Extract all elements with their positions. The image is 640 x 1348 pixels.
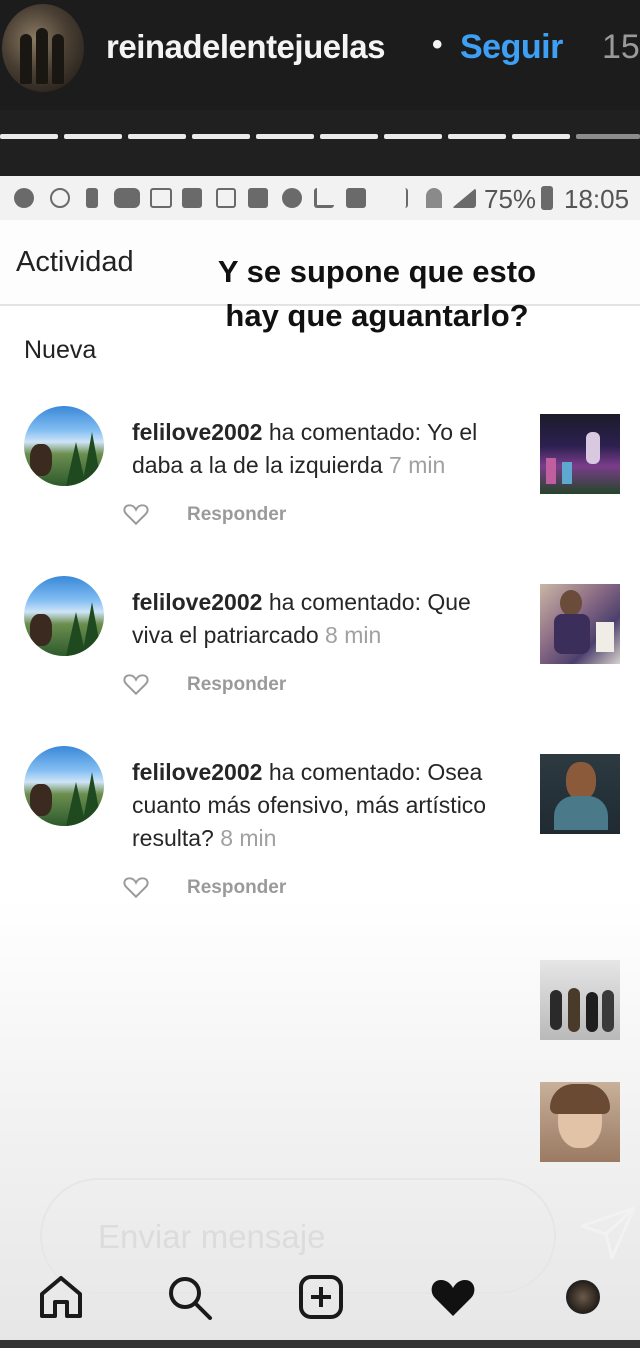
separator-dot: • [432,28,443,61]
bluetooth-icon [398,188,408,208]
comment-time: 8 min [220,825,277,851]
post-thumbnail[interactable] [540,754,620,834]
reply-button[interactable]: Responder [187,877,286,899]
story-progress-segment [576,134,640,139]
notification-icon [14,188,34,208]
story-progress-segment [128,134,186,139]
comment-action: ha comentado: [268,759,421,785]
heart-outline-icon[interactable] [123,672,149,696]
home-icon[interactable] [36,1272,86,1322]
flipboard-icon [182,188,202,208]
story-progress-segment [448,134,506,139]
story-time: 15 [602,28,640,66]
comment-action: ha comentado: [268,589,421,615]
battery-icon [541,186,553,210]
message-placeholder: Enviar mensaje [98,1218,326,1255]
story-progress-segment [192,134,250,139]
mail-icon [150,188,172,208]
story-avatar[interactable] [2,4,84,92]
follow-button[interactable]: Seguir [460,28,563,67]
list-item[interactable]: felilove2002 ha comentado: Yo el daba a … [0,406,640,546]
post-thumbnail[interactable] [540,960,620,1040]
heart-icon[interactable] [428,1272,478,1322]
post-thumbnail[interactable] [540,584,620,664]
heart-outline-icon[interactable] [123,502,149,526]
dice-icon [346,188,366,208]
wifi-icon [426,188,442,208]
avatar[interactable] [24,746,104,826]
post-thumbnail[interactable] [540,414,620,494]
youtube-icon [114,188,140,208]
comment-text: felilove2002 ha comentado: Que viva el p… [132,586,512,652]
avatar[interactable] [24,406,104,486]
signal-icon [452,188,476,208]
comment-username[interactable]: felilove2002 [132,419,262,445]
comment-text: felilove2002 ha comentado: Osea cuanto m… [132,756,512,855]
phone-status-bar: 75% 18:05 [0,176,640,220]
story-progress-segment [384,134,442,139]
list-item[interactable]: felilove2002 ha comentado: Osea cuanto m… [0,746,640,899]
list-item[interactable]: felilove2002 ha comentado: Que viva el p… [0,576,640,716]
chrome-icon [282,188,302,208]
comment-username[interactable]: felilove2002 [132,589,262,615]
reply-button[interactable]: Responder [187,674,286,696]
story-progress-segment [256,134,314,139]
comment-time: 8 min [325,622,382,648]
avatar[interactable] [24,576,104,656]
tiktok-icon [86,188,98,208]
comment-username[interactable]: felilove2002 [132,759,262,785]
story-progress-segment [0,134,58,139]
section-label-new: Nueva [24,336,97,364]
heart-outline-icon[interactable] [123,875,149,899]
story-caption: Y se supone que esto hay que aguantarlo? [217,254,537,333]
reply-button[interactable]: Responder [187,504,286,526]
story-progress-segment [512,134,570,139]
clock: 18:05 [564,184,630,214]
page-title: Actividad [16,246,134,278]
gallery-icon [216,188,236,208]
tools-icon [314,188,334,208]
bottom-edge [0,1340,640,1348]
post-thumbnail[interactable] [540,1082,620,1162]
story-screen: reinadelentejuelas • Seguir 15 75% 18:05… [0,0,640,1348]
dice-icon [248,188,268,208]
add-post-icon[interactable] [296,1272,346,1322]
story-header: reinadelentejuelas • Seguir 15 [0,0,640,110]
story-username[interactable]: reinadelentejuelas [106,28,385,66]
search-icon[interactable] [164,1272,214,1322]
battery-percent: 75% [484,184,537,214]
comment-time: 7 min [389,452,446,478]
profile-icon[interactable] [566,1280,600,1314]
comment-action: ha comentado: [268,419,421,445]
story-progress-segment [64,134,122,139]
story-progress-segment [320,134,378,139]
comment-text: felilove2002 ha comentado: Yo el daba a … [132,416,512,482]
whatsapp-icon [50,188,70,208]
send-icon[interactable] [578,1202,638,1262]
